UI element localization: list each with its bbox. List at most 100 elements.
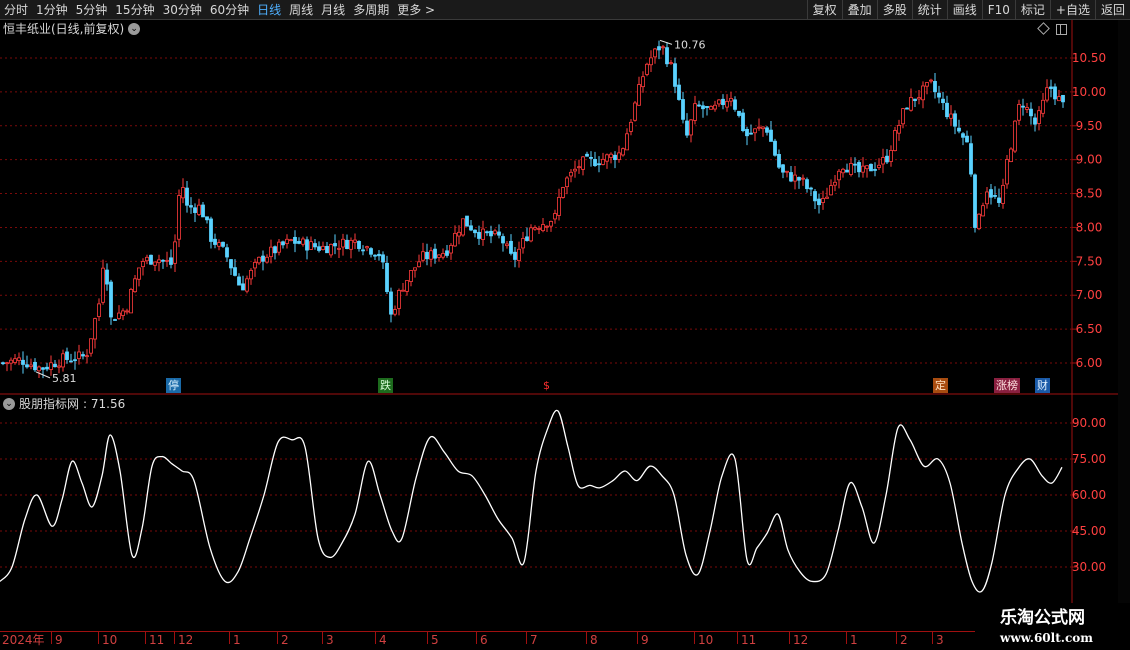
candle-body bbox=[589, 157, 593, 159]
candle-body bbox=[125, 310, 129, 313]
candle-body bbox=[361, 249, 365, 252]
candle-body bbox=[885, 155, 889, 163]
candle-body bbox=[161, 259, 165, 262]
candle-body bbox=[357, 241, 361, 249]
date-month-label: 10 bbox=[698, 633, 714, 647]
price-tick-label: 6.00 bbox=[1076, 356, 1103, 370]
candle-body bbox=[1053, 86, 1057, 100]
candle-body bbox=[49, 362, 53, 370]
candle-body bbox=[145, 256, 149, 262]
candle-body bbox=[1013, 120, 1017, 152]
candlestick-chart[interactable]: 6.00 6.50 7.00 7.50 8.00 8.50 9.00 9.50 10.00 10.… bbox=[0, 0, 1130, 650]
watermark-url: www.60lt.com bbox=[1000, 631, 1093, 645]
date-month-label: 1 bbox=[233, 633, 241, 647]
candle-body bbox=[561, 187, 565, 198]
candle-body bbox=[925, 82, 929, 87]
candle-body bbox=[77, 351, 81, 359]
candle-body bbox=[177, 195, 181, 240]
chevron-down-icon[interactable]: ⌄ bbox=[3, 398, 15, 410]
date-month-label: 2 bbox=[900, 633, 908, 647]
candle-body bbox=[917, 97, 921, 100]
candle-body bbox=[285, 238, 289, 244]
candle-body bbox=[505, 243, 509, 247]
price-tick-label: 7.50 bbox=[1076, 254, 1103, 268]
candle-body bbox=[89, 338, 93, 354]
candle-body bbox=[769, 129, 773, 142]
candle-body bbox=[805, 179, 809, 190]
date-tick bbox=[846, 632, 847, 644]
price-tick-label: 10.50 bbox=[1072, 51, 1106, 65]
date-month-label: 3 bbox=[936, 633, 944, 647]
marker-zhangbang[interactable]: 涨榜 bbox=[994, 378, 1020, 393]
candle-body bbox=[745, 128, 749, 137]
candle-body bbox=[1057, 96, 1061, 102]
candle-body bbox=[725, 100, 729, 108]
candle-body bbox=[417, 261, 421, 268]
candle-body bbox=[681, 99, 685, 120]
candle-body bbox=[109, 281, 113, 318]
high-price-label: 10.76 bbox=[674, 38, 706, 51]
date-month-label: 6 bbox=[480, 633, 488, 647]
indicator-title[interactable]: ⌄ 股朋指标网 : 71.56 bbox=[3, 396, 125, 412]
candle-body bbox=[101, 267, 105, 303]
date-month-label: 9 bbox=[55, 633, 63, 647]
candle-body bbox=[801, 177, 805, 180]
candle-body bbox=[849, 163, 853, 175]
candle-body bbox=[509, 240, 513, 254]
date-tick bbox=[526, 632, 527, 644]
low-price-label: 5.81 bbox=[52, 372, 77, 385]
candle-body bbox=[337, 247, 341, 250]
candle-body bbox=[237, 276, 241, 286]
candle-body bbox=[609, 153, 613, 158]
candle-body bbox=[457, 231, 461, 237]
candle-body bbox=[429, 250, 433, 260]
marker-cai[interactable]: 财 bbox=[1035, 378, 1050, 393]
candle-body bbox=[57, 365, 61, 368]
candle-body bbox=[157, 259, 161, 264]
candle-body bbox=[777, 154, 781, 168]
price-tick-label: 6.50 bbox=[1076, 322, 1103, 336]
candle-body bbox=[133, 278, 137, 293]
date-tick bbox=[145, 632, 146, 644]
candle-body bbox=[401, 289, 405, 292]
candle-body bbox=[193, 207, 197, 213]
price-tick-label: 7.00 bbox=[1076, 288, 1103, 302]
marker-ding[interactable]: 定 bbox=[933, 378, 948, 393]
candle-body bbox=[113, 319, 117, 321]
date-tick bbox=[586, 632, 587, 644]
date-month-label: 1 bbox=[850, 633, 858, 647]
candle-body bbox=[749, 132, 753, 135]
candle-body bbox=[837, 170, 841, 181]
candle-body bbox=[173, 241, 177, 264]
candle-body bbox=[305, 239, 309, 251]
candle-body bbox=[189, 205, 193, 208]
marker-s[interactable]: $ bbox=[541, 378, 552, 393]
candle-body bbox=[169, 257, 173, 265]
candle-body bbox=[1025, 107, 1029, 110]
candle-body bbox=[557, 196, 561, 216]
date-tick bbox=[476, 632, 477, 644]
candle-body bbox=[1001, 184, 1005, 204]
candle-body bbox=[449, 244, 453, 254]
candle-body bbox=[661, 46, 665, 49]
candle-body bbox=[481, 228, 485, 240]
candle-body bbox=[881, 157, 885, 165]
candle-body bbox=[313, 243, 317, 248]
candle-body bbox=[525, 236, 529, 241]
candle-body bbox=[153, 261, 157, 266]
marker-die[interactable]: 跌 bbox=[378, 378, 393, 393]
candle-body bbox=[289, 239, 293, 242]
candle-body bbox=[489, 230, 493, 237]
indicator-tick-label: 45.00 bbox=[1072, 524, 1106, 538]
candle-body bbox=[349, 239, 353, 250]
candle-body bbox=[353, 239, 357, 243]
candle-body bbox=[473, 229, 477, 234]
candle-body bbox=[553, 213, 557, 220]
date-tick bbox=[427, 632, 428, 644]
candle-body bbox=[593, 159, 597, 167]
candle-body bbox=[53, 363, 57, 368]
marker-ting[interactable]: 停 bbox=[166, 378, 181, 393]
candle-body bbox=[409, 270, 413, 282]
candle-body bbox=[117, 312, 121, 319]
candle-body bbox=[253, 261, 257, 269]
